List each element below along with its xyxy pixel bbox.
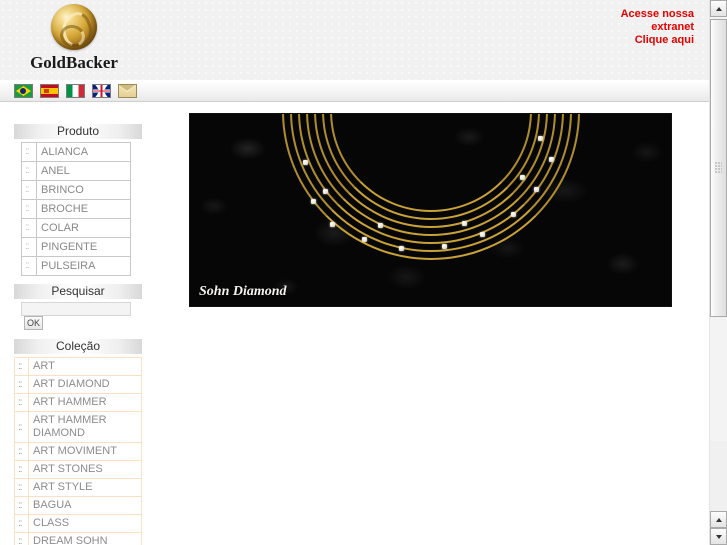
- bullet-icon: ::: [14, 375, 29, 394]
- language-bar: [0, 81, 710, 102]
- bullet-icon: ::: [14, 478, 29, 497]
- sidebar-item-alianca[interactable]: :: ALIANCA: [21, 142, 131, 162]
- extranet-line-1: Acesse nossa: [620, 8, 694, 20]
- sidebar-item-anel[interactable]: :: ANEL: [21, 161, 131, 181]
- extranet-line-2: extranet: [651, 21, 694, 33]
- colecao-menu: :: ART :: ART DIAMOND :: ART HAMMER :: A…: [14, 357, 142, 545]
- bullet-icon: ::: [21, 180, 37, 200]
- bullet-icon: ::: [21, 218, 37, 238]
- sidebar-item-label[interactable]: ANEL: [36, 161, 131, 181]
- bullet-icon: ::: [14, 357, 29, 376]
- search-input[interactable]: [21, 302, 131, 316]
- bullet-icon: ::: [21, 161, 37, 181]
- sidebar-item-label[interactable]: BROCHE: [36, 199, 131, 219]
- arrow-up-icon: [715, 517, 722, 522]
- pesquisar-section-title: Pesquisar: [14, 284, 142, 299]
- sidebar-item-broche[interactable]: :: BROCHE: [21, 199, 131, 219]
- produto-menu: :: ALIANCA :: ANEL :: BRINCO :: BROCHE:…: [21, 142, 131, 276]
- flag-spain-icon[interactable]: [40, 84, 60, 98]
- sidebar-item-label[interactable]: ALIANCA: [36, 142, 131, 162]
- colecao-item-label[interactable]: ART DIAMOND: [28, 375, 142, 394]
- bullet-icon: ::: [21, 142, 37, 162]
- bullet-icon: ::: [14, 514, 29, 533]
- language-flags: [14, 81, 710, 98]
- sidebar-item-label[interactable]: PULSEIRA: [36, 256, 131, 276]
- list-item[interactable]: :: CLASS: [14, 514, 142, 533]
- sidebar-item-label[interactable]: COLAR: [36, 218, 131, 238]
- bullet-icon: ::: [21, 256, 37, 276]
- bullet-icon: ::: [14, 442, 29, 461]
- necklace-graphic: [266, 114, 596, 276]
- scrollbar-thumb[interactable]: [710, 19, 727, 317]
- bullet-icon: ::: [14, 460, 29, 479]
- colecao-item-label[interactable]: ART HAMMER: [28, 393, 142, 412]
- envelope-icon[interactable]: [118, 84, 138, 98]
- flag-italy-icon[interactable]: [66, 84, 86, 98]
- bullet-icon: ::: [14, 393, 29, 412]
- scroll-down-button[interactable]: [710, 528, 727, 545]
- sidebar-item-pingente[interactable]: :: PINGENTE: [21, 237, 131, 257]
- produto-section-title: Produto: [14, 124, 142, 139]
- sidebar-item-label[interactable]: PINGENTE: [36, 237, 131, 257]
- sidebar-item-label[interactable]: BRINCO: [36, 180, 131, 200]
- list-item[interactable]: :: ART STYLE: [14, 478, 142, 497]
- colecao-item-label[interactable]: ART STYLE: [28, 478, 142, 497]
- scrollbar-grip-icon: [714, 162, 722, 173]
- sidebar-item-brinco[interactable]: :: BRINCO: [21, 180, 131, 200]
- arrow-down-icon: [715, 534, 722, 539]
- list-item[interactable]: :: BAGUA: [14, 496, 142, 515]
- list-item[interactable]: :: ART HAMMER: [14, 393, 142, 412]
- sidebar-item-pulseira[interactable]: :: PULSEIRA: [21, 256, 131, 276]
- flag-uk-icon[interactable]: [92, 84, 112, 98]
- colecao-section-title: Coleção: [14, 339, 142, 354]
- vertical-scrollbar[interactable]: [709, 0, 727, 545]
- brand-logo[interactable]: GoldBacker: [14, 2, 134, 73]
- colecao-item-label[interactable]: ART HAMMER DIAMOND: [28, 411, 142, 443]
- extranet-line-3: Clique aqui: [634, 34, 694, 46]
- bullet-icon: ::: [14, 411, 29, 443]
- colecao-item-label[interactable]: ART MOVIMENT: [28, 442, 142, 461]
- bullet-icon: ::: [21, 199, 37, 219]
- colecao-item-label[interactable]: ART: [28, 357, 142, 376]
- photo-caption: Sohn Diamond: [199, 284, 287, 299]
- site-header: GoldBacker Acesse nossa extranet Clique …: [0, 0, 710, 81]
- colecao-item-label[interactable]: BAGUA: [28, 496, 142, 515]
- list-item[interactable]: :: ART HAMMER DIAMOND: [14, 411, 142, 443]
- brand-name: GoldBacker: [30, 53, 118, 72]
- page-viewport: GoldBacker Acesse nossa extranet Clique …: [0, 0, 710, 545]
- scroll-up-button-bottom[interactable]: [710, 511, 727, 528]
- sidebar-item-colar[interactable]: :: COLAR: [21, 218, 131, 238]
- arrow-up-icon: [715, 6, 722, 11]
- bullet-icon: ::: [14, 532, 29, 545]
- list-item[interactable]: :: ART STONES: [14, 460, 142, 479]
- list-item[interactable]: :: ART: [14, 357, 142, 376]
- colecao-item-label[interactable]: ART STONES: [28, 460, 142, 479]
- list-item[interactable]: :: DREAM SOHN: [14, 532, 142, 545]
- bullet-icon: ::: [21, 237, 37, 257]
- list-item[interactable]: :: ART MOVIMENT: [14, 442, 142, 461]
- flag-brazil-icon[interactable]: [14, 84, 33, 98]
- gold-orb-icon: [51, 4, 97, 50]
- scroll-up-button[interactable]: [710, 0, 727, 17]
- list-item[interactable]: :: ART DIAMOND: [14, 375, 142, 394]
- colecao-item-label[interactable]: DREAM SOHN: [28, 532, 142, 545]
- search-row: OK: [21, 302, 142, 330]
- colecao-item-label[interactable]: CLASS: [28, 514, 142, 533]
- sidebar: Produto :: ALIANCA :: ANEL :: BRINCO:: …: [14, 124, 142, 545]
- bullet-icon: ::: [14, 496, 29, 515]
- extranet-link[interactable]: Acesse nossa extranet Clique aqui: [621, 8, 694, 47]
- gold-necklace-photo: Sohn Diamond: [189, 113, 672, 307]
- search-submit-button[interactable]: OK: [24, 316, 44, 330]
